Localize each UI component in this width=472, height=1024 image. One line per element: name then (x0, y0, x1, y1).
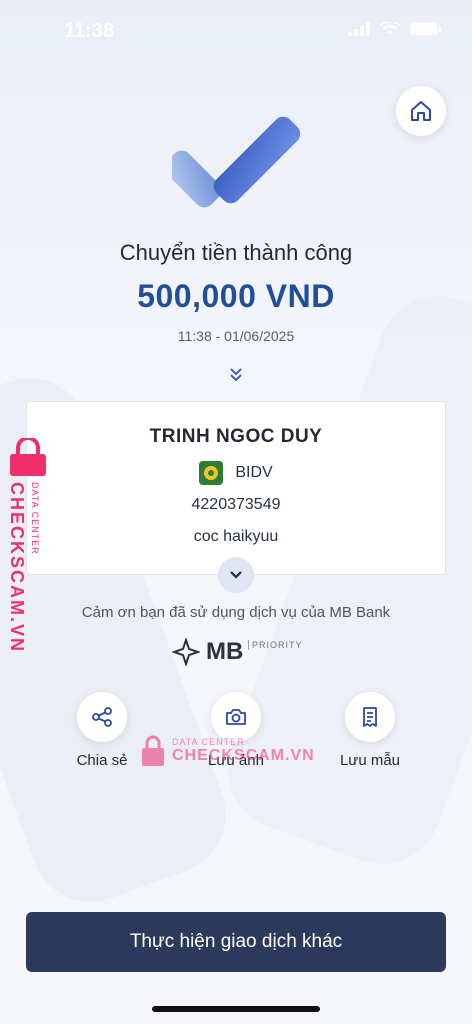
mb-logo: MB (172, 638, 243, 666)
watermark-center: DATA CENTER CHECKSCAM.VN (140, 734, 315, 768)
transfer-datetime: 11:38 - 01/06/2025 (177, 328, 295, 344)
watermark-lock-icon (142, 735, 164, 766)
bank-name: BIDV (235, 464, 273, 481)
save-template-button[interactable] (345, 692, 395, 742)
account-number: 4220373549 (191, 496, 281, 513)
watermark-tag: DATA CENTER (30, 482, 40, 555)
mb-star-icon (172, 638, 200, 666)
watermark-center-tag: DATA CENTER (172, 737, 245, 747)
bidv-logo-icon (199, 461, 224, 485)
status-bar: 11:38 (0, 0, 472, 60)
share-button[interactable] (77, 692, 127, 742)
recipient-card: TRINH NGOC DUY BIDV 4220373549 coc haiky… (26, 401, 446, 575)
recipient-name: TRINH NGOC DUY (149, 426, 323, 447)
transfer-memo: coc haikyuu (193, 528, 279, 545)
save-template-action[interactable]: Lưu mẫu (320, 692, 420, 769)
watermark-text: CHECKSCAM.VN (7, 482, 27, 654)
transfer-amount: 500,000 VND (137, 278, 335, 314)
mb-brand: MB (206, 638, 244, 665)
watermark-center-text: CHECKSCAM.VN (172, 747, 315, 764)
signal-icon (348, 22, 370, 36)
home-icon (411, 101, 431, 121)
success-title: Chuyển tiền thành công (119, 240, 353, 265)
camera-icon (226, 709, 246, 725)
success-check-icon (172, 116, 301, 208)
expand-details-button[interactable] (218, 557, 254, 593)
thank-you-text: Cảm ơn bạn đã sử dụng dịch vụ của MB Ban… (81, 604, 391, 621)
watermark-lock-icon (10, 438, 46, 476)
double-chevron-down-icon[interactable] (226, 364, 246, 384)
share-label: Chia sẻ (76, 752, 128, 769)
recipient-bank: BIDV (27, 461, 445, 485)
share-icon (92, 707, 112, 727)
status-time: 11:38 (64, 20, 115, 42)
receipt-icon (363, 707, 377, 727)
share-action[interactable]: Chia sẻ (52, 692, 152, 769)
home-button[interactable] (396, 86, 446, 136)
wifi-icon (380, 22, 400, 35)
status-icons (348, 22, 442, 36)
chevron-down-icon (230, 571, 242, 579)
battery-icon (410, 22, 442, 36)
save-template-label: Lưu mẫu (339, 752, 401, 769)
home-indicator (152, 1006, 320, 1012)
priority-tag: PRIORITY (248, 640, 303, 650)
new-transaction-button[interactable]: Thực hiện giao dịch khác (26, 912, 446, 972)
